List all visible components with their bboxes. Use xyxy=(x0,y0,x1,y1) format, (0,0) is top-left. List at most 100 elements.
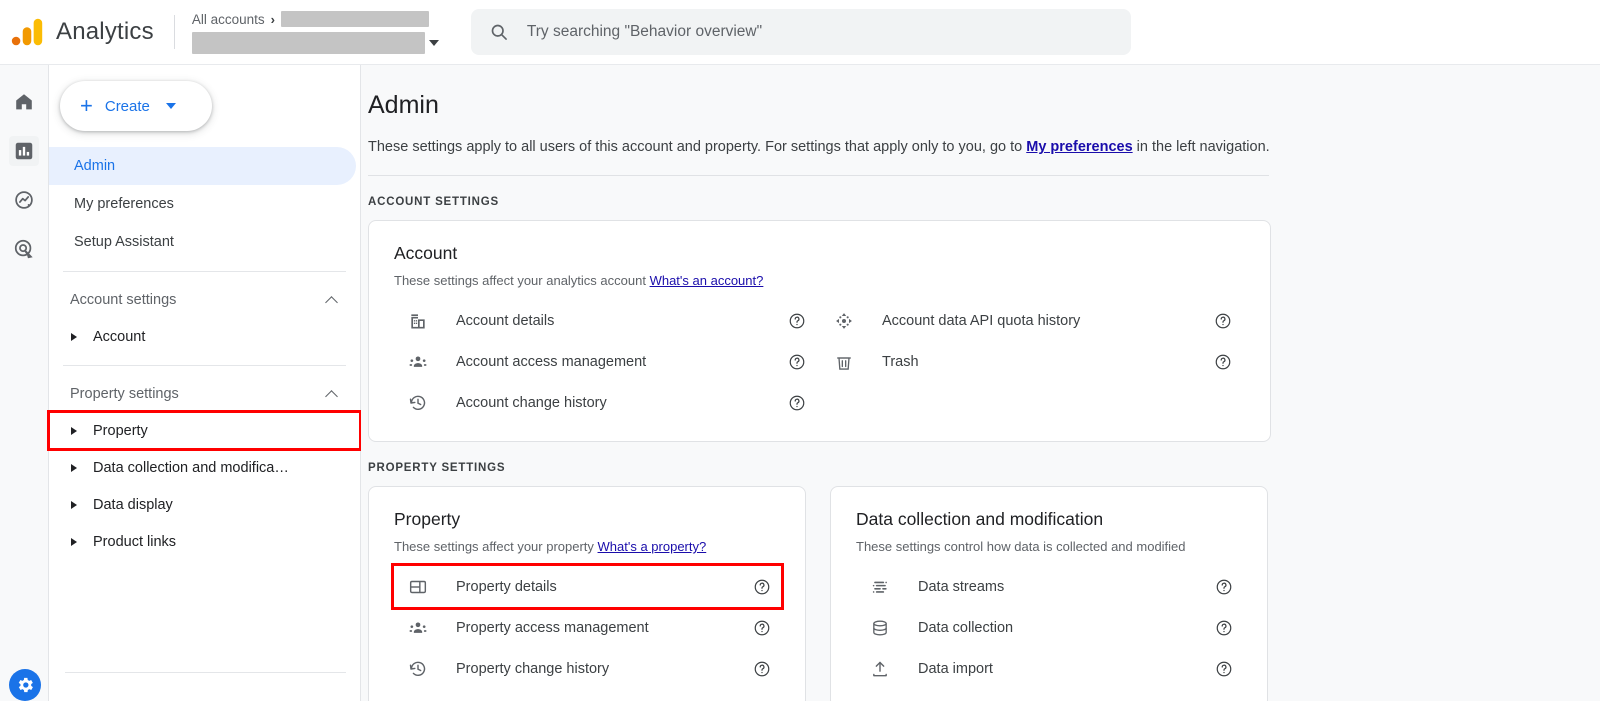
help-icon[interactable] xyxy=(753,619,771,637)
help-icon[interactable] xyxy=(788,312,806,330)
help-icon[interactable] xyxy=(788,353,806,371)
sidebar-item-label: Product links xyxy=(93,533,177,550)
divider xyxy=(368,175,1269,176)
sidebar-item-label: My preferences xyxy=(74,196,174,212)
row-label: Data collection xyxy=(918,619,1014,636)
card-title: Data collection and modification xyxy=(856,509,1104,529)
trash-icon xyxy=(832,350,856,374)
quota-icon xyxy=(832,309,856,333)
sidebar-item-label: Data collection and modifica… xyxy=(93,459,289,476)
sidebar-item-setup-assistant[interactable]: Setup Assistant xyxy=(49,223,356,261)
row-property-details[interactable]: Property details xyxy=(391,563,784,610)
row-trash[interactable]: Trash xyxy=(820,341,1246,382)
help-icon[interactable] xyxy=(753,660,771,678)
database-icon xyxy=(868,616,892,640)
account-picker[interactable]: All accounts › xyxy=(191,10,439,54)
sidebar-divider xyxy=(65,672,346,673)
data-collection-rows: Data streams Data collection Data import xyxy=(856,566,1243,689)
help-icon[interactable] xyxy=(753,578,771,596)
property-card: Property These settings affect your prop… xyxy=(368,486,806,701)
row-account-access-management[interactable]: Account access management xyxy=(394,341,820,382)
create-button[interactable]: + Create xyxy=(60,81,212,131)
row-data-collection[interactable]: Data collection xyxy=(856,607,1243,648)
sidebar-item-admin[interactable]: Admin xyxy=(49,147,356,185)
chevron-down-icon[interactable] xyxy=(165,103,176,109)
breadcrumb-all-accounts[interactable]: All accounts xyxy=(192,12,265,27)
people-icon xyxy=(406,350,430,374)
main-content: Admin These settings apply to all users … xyxy=(361,65,1600,701)
history-icon xyxy=(406,657,430,681)
search-input[interactable]: Try searching "Behavior overview" xyxy=(470,9,1131,55)
sidebar-nav: Admin My preferences Setup Assistant xyxy=(49,147,360,261)
page-description: These settings apply to all users of thi… xyxy=(368,139,1600,155)
row-label: Trash xyxy=(882,353,919,370)
data-collection-card: Data collection and modification These s… xyxy=(830,486,1268,701)
analytics-logo-icon xyxy=(11,18,43,46)
row-data-streams[interactable]: Data streams xyxy=(856,566,1243,607)
card-title: Account xyxy=(394,243,458,263)
icon-rail xyxy=(0,65,49,701)
property-settings-grid: Property These settings affect your prop… xyxy=(368,486,1600,701)
card-subtitle-text: These settings control how data is colle… xyxy=(856,539,1186,554)
reports-icon[interactable] xyxy=(9,136,39,166)
my-preferences-link[interactable]: My preferences xyxy=(1026,139,1132,155)
home-icon[interactable] xyxy=(9,87,39,117)
data-streams-icon xyxy=(868,575,892,599)
account-rows-left: Account details Account access managemen… xyxy=(394,300,820,423)
advertising-icon[interactable] xyxy=(9,234,39,264)
help-icon[interactable] xyxy=(1215,660,1233,678)
page-description-after: in the left navigation. xyxy=(1132,139,1270,155)
sidebar-item-data-collection-and-modification[interactable]: Data collection and modifica… xyxy=(49,449,360,486)
triangle-right-icon xyxy=(71,537,77,546)
whats-an-account-link[interactable]: What's an account? xyxy=(650,273,764,288)
help-icon[interactable] xyxy=(1214,353,1232,371)
sidebar-item-label: Admin xyxy=(74,158,116,174)
sidebar-item-data-display[interactable]: Data display xyxy=(49,486,360,523)
row-account-change-history[interactable]: Account change history xyxy=(394,382,820,423)
row-label: Property change history xyxy=(456,660,610,677)
breadcrumb[interactable]: All accounts › xyxy=(192,10,439,28)
help-icon[interactable] xyxy=(788,394,806,412)
sidebar-group-property-settings[interactable]: Property settings xyxy=(49,376,360,412)
account-settings-grid: Account These settings affect your analy… xyxy=(368,220,1600,442)
help-icon[interactable] xyxy=(1214,312,1232,330)
row-account-details[interactable]: Account details xyxy=(394,300,820,341)
row-label: Data streams xyxy=(918,578,1005,595)
gear-icon[interactable] xyxy=(9,669,41,701)
row-label: Property details xyxy=(456,578,557,595)
page-description-before: These settings apply to all users of thi… xyxy=(368,139,1027,155)
sidebar-item-property[interactable]: Property xyxy=(47,410,362,451)
sidebar-item-label: Property xyxy=(93,422,148,439)
chevron-up-icon[interactable] xyxy=(325,295,338,309)
brand-name: Analytics xyxy=(56,18,154,45)
search-icon xyxy=(491,24,507,40)
sidebar-item-label: Account xyxy=(93,328,146,345)
row-property-change-history[interactable]: Property change history xyxy=(394,648,781,689)
sidebar-group-account-settings[interactable]: Account settings xyxy=(49,282,360,318)
account-card: Account These settings affect your analy… xyxy=(368,220,1271,442)
sidebar-item-my-preferences[interactable]: My preferences xyxy=(49,185,356,223)
help-icon[interactable] xyxy=(1215,619,1233,637)
sidebar: + Create Admin My preferences Setup Assi… xyxy=(47,65,362,701)
sidebar-divider xyxy=(63,271,346,272)
explore-icon[interactable] xyxy=(9,185,39,215)
account-name-redacted xyxy=(280,11,429,27)
sidebar-item-account[interactable]: Account xyxy=(49,318,360,355)
property-selector[interactable] xyxy=(191,32,439,54)
top-bar: Analytics All accounts › Try searching "… xyxy=(0,0,1600,65)
card-subtitle: These settings affect your property What… xyxy=(394,539,781,554)
triangle-right-icon xyxy=(71,463,77,472)
account-rows-right: Account data API quota history Trash xyxy=(820,300,1246,423)
chevron-down-icon[interactable] xyxy=(428,40,439,46)
chevron-up-icon[interactable] xyxy=(325,389,338,403)
sidebar-item-product-links[interactable]: Product links xyxy=(49,523,360,560)
card-subtitle: These settings affect your analytics acc… xyxy=(394,273,1246,288)
property-rows: Property details Property access managem… xyxy=(391,563,784,689)
row-account-data-api-quota-history[interactable]: Account data API quota history xyxy=(820,300,1246,341)
whats-a-property-link[interactable]: What's a property? xyxy=(598,539,707,554)
row-property-access-management[interactable]: Property access management xyxy=(394,607,781,648)
row-data-import[interactable]: Data import xyxy=(856,648,1243,689)
triangle-right-icon xyxy=(71,332,77,341)
create-button-label: Create xyxy=(104,97,150,115)
help-icon[interactable] xyxy=(1215,578,1233,596)
